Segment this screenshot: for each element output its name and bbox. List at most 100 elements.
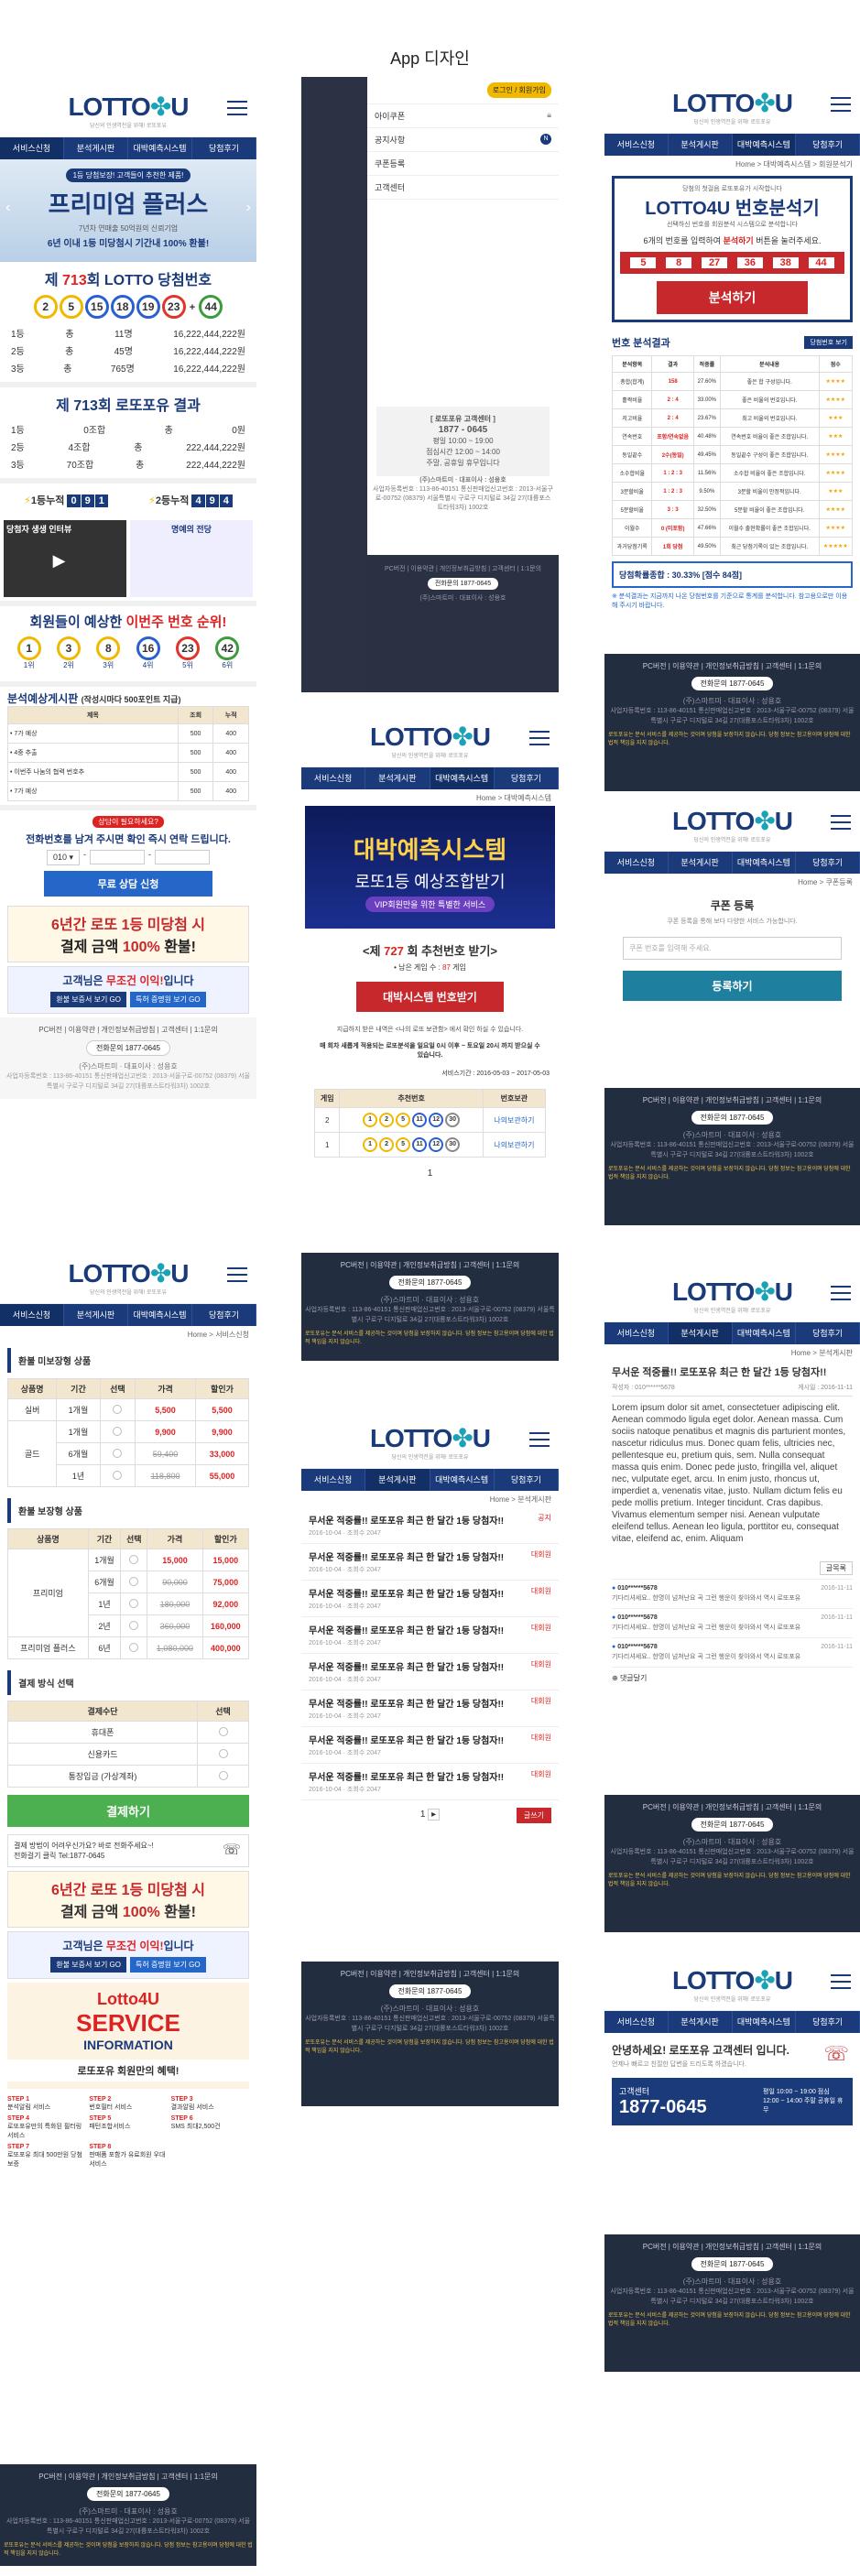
table-row[interactable]: 실버 1개월 5,500 5,500 <box>6 1398 250 1421</box>
chevron-right-icon[interactable]: › <box>246 200 251 216</box>
number-input[interactable]: 38 <box>772 257 799 268</box>
table-row[interactable]: • 4중 추출 500 400 <box>7 743 249 763</box>
logo[interactable]: LOTTO✤U <box>301 1423 559 1453</box>
logo[interactable]: LOTTO✤U <box>301 722 559 752</box>
refund-banner[interactable]: 6년간 로또 1등 미당첨 시 결제 금액 100% 환불! <box>7 906 249 962</box>
refund-cert-button[interactable]: 환불 보증서 보기 GO <box>50 992 126 1007</box>
nav-system[interactable]: 대박예측시스템 <box>128 137 192 159</box>
nav-system[interactable]: 대박예측시스템 <box>733 2011 797 2033</box>
nav-system[interactable]: 대박예측시스템 <box>733 1322 797 1344</box>
phone-button[interactable]: 전화문의 1877-0645 <box>691 2257 774 2271</box>
chevron-left-icon[interactable]: ‹ <box>5 200 10 216</box>
nav-review[interactable]: 당첨후기 <box>796 1322 860 1344</box>
refund-banner[interactable]: 6년간 로또 1등 미당첨 시 결제 금액 100% 환불! <box>7 1871 249 1928</box>
table-row[interactable]: • 7가 예상 500 400 <box>7 723 249 744</box>
nav-review[interactable]: 당첨후기 <box>796 2011 860 2033</box>
nav-system[interactable]: 대박예측시스템 <box>128 1304 192 1326</box>
write-button[interactable]: 글쓰기 <box>516 1808 551 1823</box>
list-item[interactable]: 대회원 무서운 적중률!! 로또포유 최근 한 달간 1등 당첨자!! 2016-1… <box>301 1654 559 1690</box>
nav-system[interactable]: 대박예측시스템 <box>732 134 797 156</box>
nav-service[interactable]: 서비스신청 <box>0 137 64 159</box>
menu-item-coupon[interactable]: 아이쿠폰 🔒︎ <box>367 104 559 128</box>
nav-review[interactable]: 당첨후기 <box>495 1469 559 1491</box>
phone-button[interactable]: 전화문의 1877-0645 <box>691 677 774 690</box>
analyze-button[interactable]: 분석하기 <box>657 281 808 314</box>
table-row[interactable]: 통장입금 (가상계좌) <box>6 1765 249 1788</box>
next-page-icon[interactable]: ▸ <box>428 1809 441 1821</box>
nav-board[interactable]: 분석게시판 <box>669 852 733 874</box>
menu-icon[interactable] <box>529 1432 550 1447</box>
phone-button[interactable]: 전화문의 1877-0645 <box>388 1984 472 1998</box>
nav-board[interactable]: 분석게시판 <box>365 767 430 789</box>
radio[interactable] <box>129 1598 139 1608</box>
login-button[interactable]: 로그인 / 회원가입 <box>486 82 551 98</box>
phone-mid-input[interactable] <box>90 850 146 864</box>
patent-button[interactable]: 특허 증명원 보기 GO <box>130 992 206 1007</box>
nav-review[interactable]: 당첨후기 <box>192 137 256 159</box>
list-item[interactable]: 공지 무서운 적중률!! 로또포유 최근 한 달간 1등 당첨자!! 2016-10… <box>301 1507 559 1544</box>
winning-numbers-button[interactable]: 당첨번호 보기 <box>804 336 853 349</box>
radio[interactable] <box>113 1470 123 1480</box>
list-item[interactable]: 대회원 무서운 적중률!! 로또포유 최근 한 달간 1등 당첨자!! 2016-1… <box>301 1764 559 1800</box>
call-box[interactable]: 결제 방법이 어려우신가요? 바로 전화주세요~! 전화걸기 클릭 Tel:187… <box>7 1834 249 1867</box>
nav-system[interactable]: 대박예측시스템 <box>733 852 797 874</box>
menu-icon[interactable] <box>831 97 851 112</box>
footer-links[interactable]: PC버전 | 이용약관 | 개인정보취급방침 | 고객센터 | 1:1문의 <box>4 1025 253 1035</box>
table-row[interactable]: 프리미엄 1개월 15,000 15,000 <box>7 1549 250 1637</box>
footer-links[interactable]: PC버전 | 이용약관 | 개인정보취급방침 | 고객센터 | 1:1문의 <box>305 1260 555 1270</box>
nav-service[interactable]: 서비스신청 <box>604 1322 669 1344</box>
footer-links[interactable]: PC버전 | 이용약관 | 개인정보취급방침 | 고객센터 | 1:1문의 <box>4 2472 253 2482</box>
nav-board[interactable]: 분석게시판 <box>668 1322 733 1344</box>
menu-icon[interactable] <box>831 1286 851 1300</box>
radio[interactable] <box>129 1642 139 1652</box>
nav-board[interactable]: 분석게시판 <box>64 137 128 159</box>
footer-links[interactable]: PC버전 | 이용약관 | 개인정보취급방침 | 고객센터 | 1:1문의 <box>608 2242 856 2252</box>
nav-service[interactable]: 서비스신청 <box>301 767 366 789</box>
nav-service[interactable]: 서비스신청 <box>0 1304 64 1326</box>
nav-review[interactable]: 당첨후기 <box>796 134 860 156</box>
phone-button[interactable]: 전화문의 1877-0645 <box>691 1818 774 1831</box>
menu-icon[interactable] <box>831 1974 851 1989</box>
coupon-input[interactable]: 쿠폰 번호를 입력해 주세요. <box>623 937 842 960</box>
list-item[interactable]: 대회원 무서운 적중률!! 로또포유 최근 한 달간 1등 당첨자!! 2016-1… <box>301 1544 559 1581</box>
table-row[interactable]: 휴대폰 <box>6 1721 249 1744</box>
nav-system[interactable]: 대박예측시스템 <box>430 1469 495 1491</box>
list-item[interactable]: 대회원 무서운 적중률!! 로또포유 최근 한 달간 1등 당첨자!! 2016-1… <box>301 1690 559 1727</box>
nav-service[interactable]: 서비스신청 <box>301 1469 366 1491</box>
phone-last-input[interactable] <box>155 850 211 864</box>
nav-board[interactable]: 분석게시판 <box>64 1304 128 1326</box>
menu-item-cs[interactable]: 고객센터 <box>367 176 559 200</box>
table-row[interactable]: 골드 1개월 9,900 9,900 <box>6 1420 250 1487</box>
menu-item-coupon-reg[interactable]: 쿠폰등록 <box>367 152 559 176</box>
menu-icon[interactable] <box>227 1267 247 1282</box>
close-icon[interactable]: ✕ <box>375 81 388 100</box>
phone-button[interactable]: 전화문의 1877-0645 <box>691 1111 774 1125</box>
nav-board[interactable]: 분석게시판 <box>669 134 733 156</box>
radio[interactable] <box>113 1404 123 1414</box>
logo[interactable]: LOTTO✤U <box>0 1258 256 1288</box>
footer-links[interactable]: PC버전 | 이용약관 | 개인정보취급방침 | 고객센터 | 1:1문의 <box>608 1802 856 1812</box>
phone-prefix-select[interactable]: 010 ▾ <box>46 850 81 865</box>
hero-banner[interactable]: 1등 당첨보장! 고객들이 추천한 제품! 프리미엄 플러스 7년차 연매출 5… <box>0 159 256 262</box>
pagination[interactable]: 1 <box>301 1158 559 1190</box>
logo[interactable]: LOTTO✤U <box>604 1277 860 1307</box>
menu-icon[interactable] <box>529 731 550 745</box>
menu-icon[interactable] <box>831 815 851 830</box>
phone-button[interactable]: 전화문의 1877-0645 <box>86 1040 170 1056</box>
radio[interactable] <box>129 1620 139 1630</box>
number-input[interactable]: 44 <box>808 257 834 268</box>
radio[interactable] <box>218 1770 228 1780</box>
number-input[interactable]: 8 <box>666 257 692 268</box>
footer-links[interactable]: PC버전 | 이용약관 | 개인정보취급방침 | 고객센터 | 1:1문의 <box>608 1095 856 1105</box>
radio[interactable] <box>113 1448 123 1458</box>
save-link[interactable]: 나의보관하기 <box>482 1107 546 1133</box>
table-row[interactable]: • 이번주 나눔의 협력 번호추 500 400 <box>7 762 249 782</box>
radio[interactable] <box>113 1426 123 1436</box>
register-button[interactable]: 등록하기 <box>623 971 842 1001</box>
interview-video[interactable]: 당첨자 생생 인터뷰 ▶ <box>4 520 126 597</box>
table-row[interactable]: 신용카드 <box>6 1743 249 1766</box>
number-input[interactable]: 5 <box>630 257 657 268</box>
number-input[interactable]: 27 <box>702 257 728 268</box>
logo[interactable]: LOTTO✤U <box>604 88 860 118</box>
nav-service[interactable]: 서비스신청 <box>604 134 669 156</box>
